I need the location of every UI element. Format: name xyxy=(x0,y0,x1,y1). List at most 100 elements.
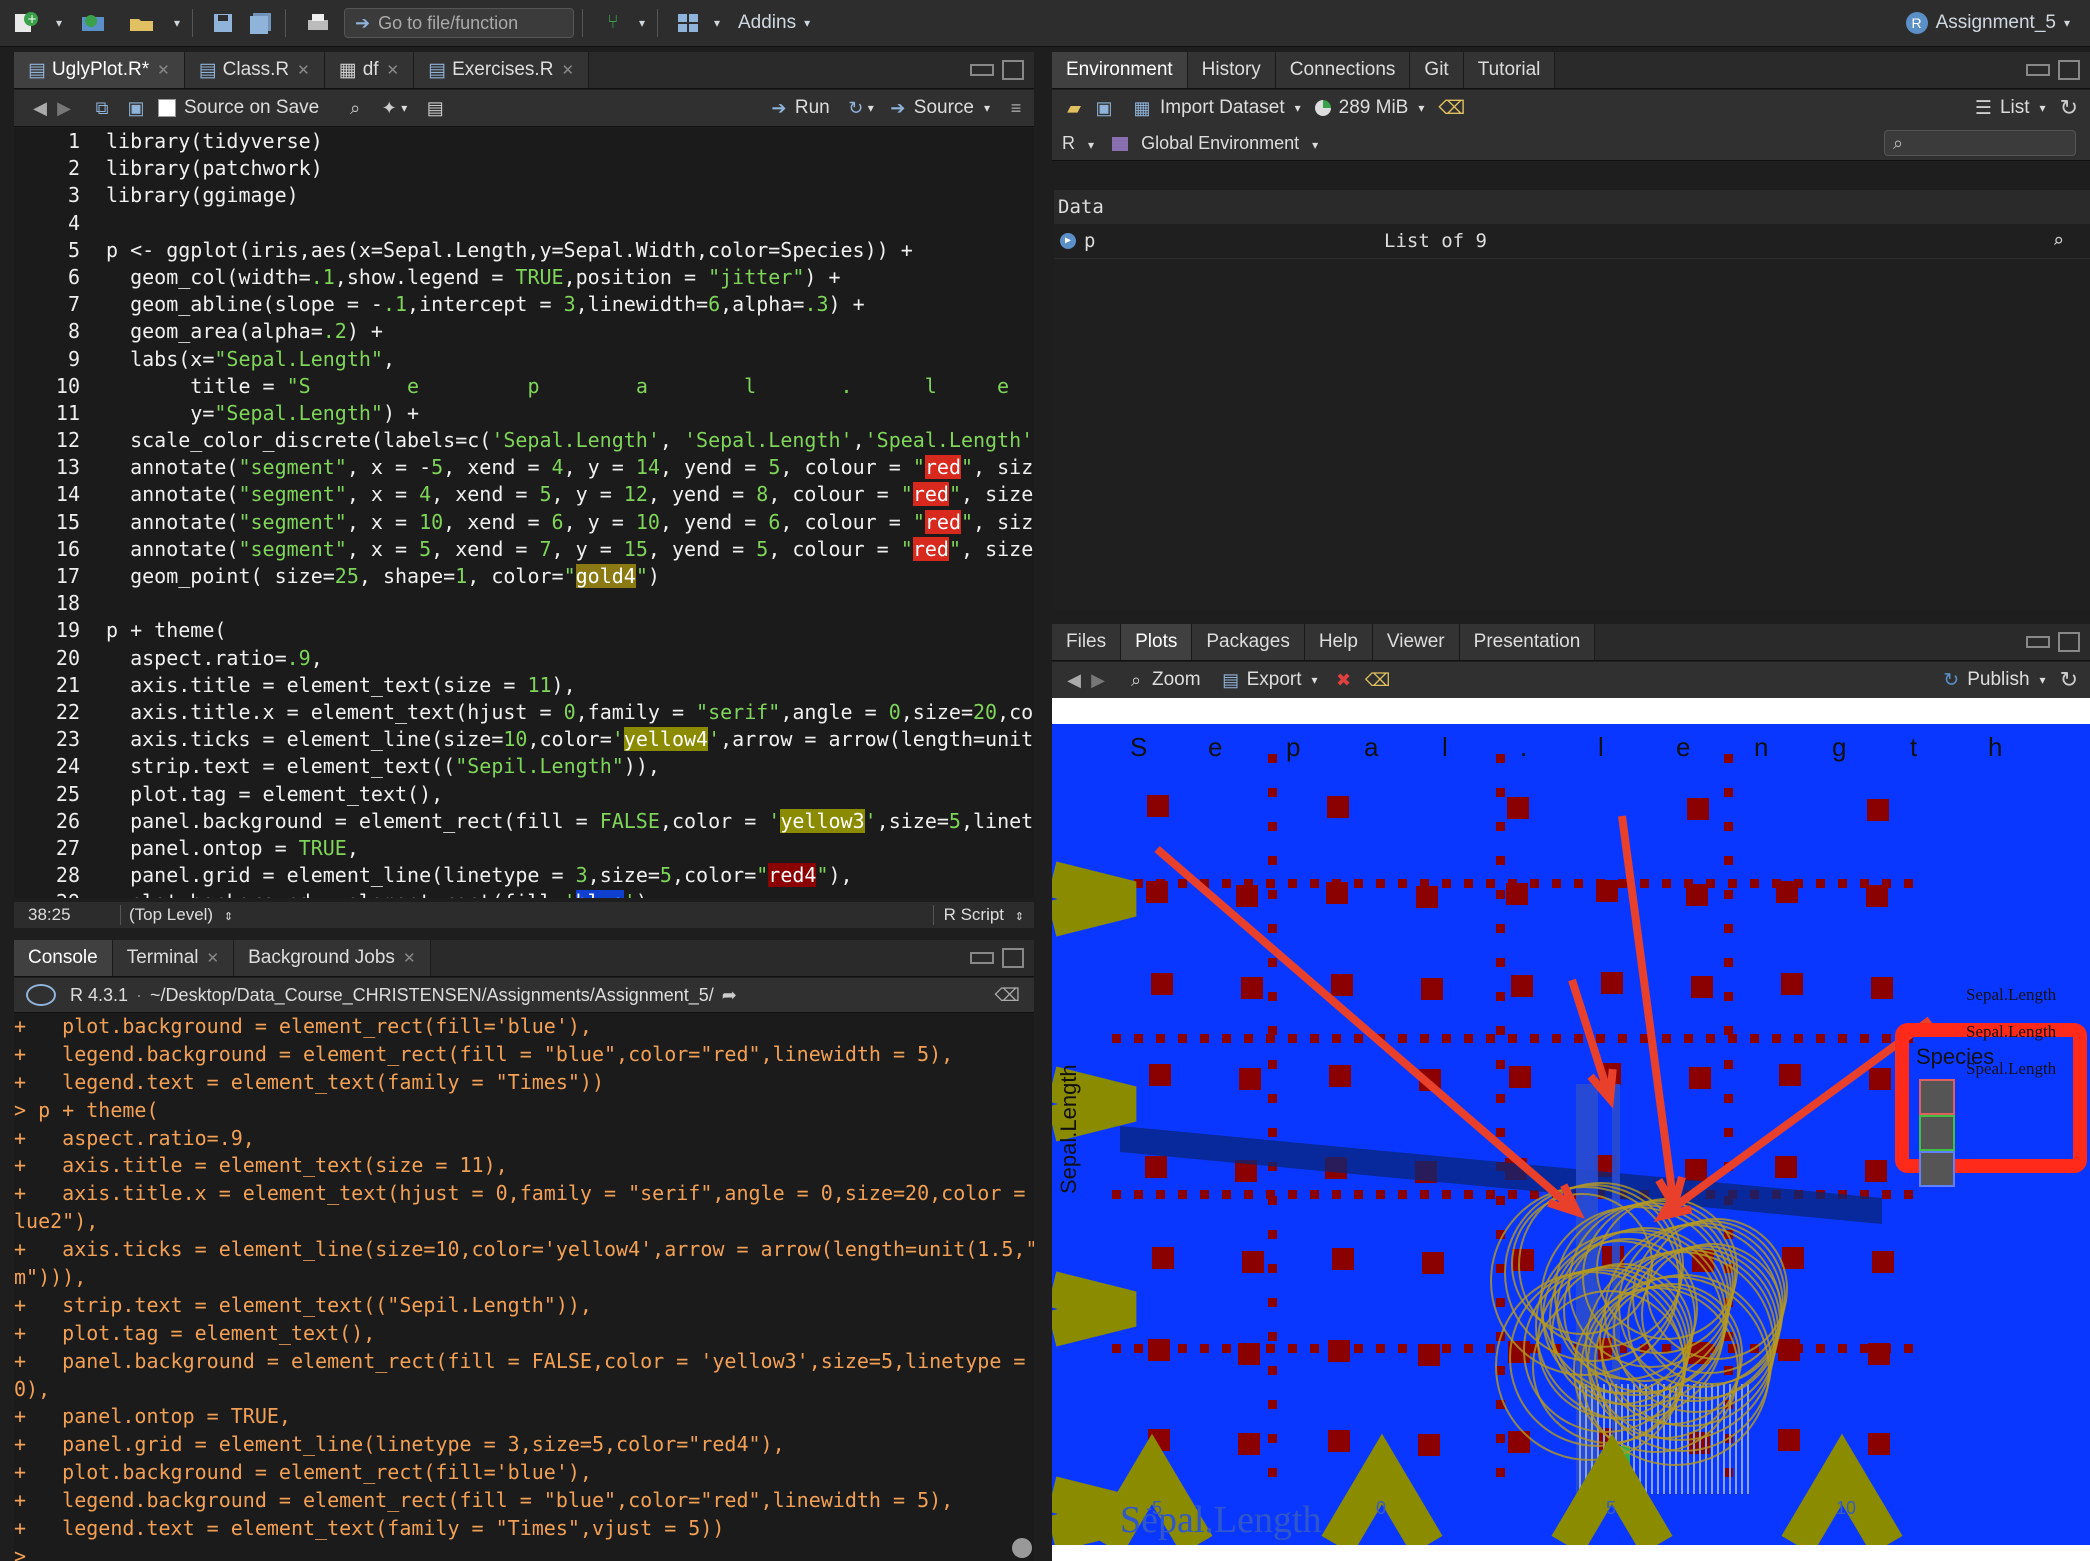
chevron-down-icon[interactable]: ▾ xyxy=(1312,673,1318,687)
goto-file-input[interactable]: ➔ Go to file/function xyxy=(344,8,574,38)
save-all-icon[interactable] xyxy=(245,7,277,39)
refresh-icon[interactable]: ↻ xyxy=(2060,667,2078,693)
close-icon[interactable]: ✕ xyxy=(157,61,170,79)
tab-connections[interactable]: Connections xyxy=(1275,52,1411,88)
remove-plot-icon[interactable]: ✖ xyxy=(1332,668,1356,692)
tab-viewer[interactable]: Viewer xyxy=(1372,624,1460,660)
chevron-down-icon[interactable]: ▾ xyxy=(868,101,874,115)
memory-usage[interactable]: 289 MiB xyxy=(1339,97,1409,119)
tab-files[interactable]: Files xyxy=(1052,624,1122,660)
maximize-pane-icon[interactable] xyxy=(1002,60,1024,80)
tab-plots[interactable]: Plots xyxy=(1121,624,1193,660)
tab-environment[interactable]: Environment xyxy=(1052,52,1188,88)
chevron-down-icon[interactable]: ▾ xyxy=(2040,101,2046,115)
run-button[interactable]: Run xyxy=(795,97,830,119)
back-arrow-icon[interactable]: ◀ xyxy=(1062,668,1086,692)
new-file-icon[interactable]: + xyxy=(8,7,44,39)
chevron-down-icon[interactable]: ▾ xyxy=(2040,673,2046,687)
maximize-pane-icon[interactable] xyxy=(2058,632,2080,652)
source-arrow-icon[interactable]: ➔ xyxy=(886,96,910,120)
env-row[interactable]: ▶ p List of 9 ⌕ xyxy=(1054,224,2090,259)
list-view-button[interactable]: List xyxy=(2000,97,2030,119)
back-arrow-icon[interactable]: ◀ xyxy=(28,96,52,120)
tab-console[interactable]: Console xyxy=(14,940,113,976)
minimize-pane-icon[interactable] xyxy=(2026,64,2050,76)
open-file-icon[interactable] xyxy=(122,7,162,39)
chevron-down-icon[interactable]: ▾ xyxy=(635,7,649,39)
code-content[interactable]: library(tidyverse) library(patchwork) li… xyxy=(106,128,1034,898)
tab-presentation[interactable]: Presentation xyxy=(1459,624,1596,660)
tab-class[interactable]: ▤ Class.R ✕ xyxy=(184,52,325,88)
refresh-icon[interactable]: ↻ xyxy=(2060,95,2078,121)
import-dataset-icon[interactable]: ▦ xyxy=(1130,96,1154,120)
print-icon[interactable] xyxy=(302,7,334,39)
env-search-input[interactable]: ⌕ xyxy=(1884,130,2076,156)
outline-icon[interactable]: ≡ xyxy=(1004,96,1028,120)
show-in-window-icon[interactable]: ⧉ xyxy=(90,96,114,120)
environment-selector[interactable]: Global Environment ▾ xyxy=(1112,133,1318,154)
search-icon[interactable]: ⌕ xyxy=(343,96,367,120)
chevron-down-icon[interactable]: ▾ xyxy=(710,7,724,39)
tab-terminal[interactable]: Terminal ✕ xyxy=(112,940,235,976)
code-editor[interactable]: 1 2 3 4 5 6 7 8 9 10 11 12 13 14 15 16 17 18 19 20 21 22 23 24 2… xyxy=(14,128,1034,898)
chevron-down-icon[interactable]: ▾ xyxy=(1295,101,1301,115)
zoom-button[interactable]: Zoom xyxy=(1152,669,1201,691)
tab-uglyplot[interactable]: ▤ UglyPlot.R* ✕ xyxy=(14,52,185,88)
close-icon[interactable]: ✕ xyxy=(403,949,416,967)
project-menu[interactable]: R Assignment_5 ▾ xyxy=(1905,7,2070,39)
maximize-pane-icon[interactable] xyxy=(2058,60,2080,80)
working-directory[interactable]: ~/Desktop/Data_Course_CHRISTENSEN/Assign… xyxy=(150,985,714,1006)
console-output[interactable]: + plot.background = element_rect(fill='b… xyxy=(14,1013,1034,1561)
clear-console-broom-icon[interactable]: ⌫ xyxy=(995,985,1020,1006)
forward-arrow-icon[interactable]: ▶ xyxy=(52,96,76,120)
tab-history[interactable]: History xyxy=(1187,52,1276,88)
language-selector[interactable]: R ▾ xyxy=(1062,133,1094,154)
load-workspace-icon[interactable]: ▰ xyxy=(1062,96,1086,120)
tab-df[interactable]: ▦ df ✕ xyxy=(324,52,415,88)
export-image-icon[interactable]: ▤ xyxy=(1219,668,1243,692)
scope-selector[interactable]: (Top Level) ⇕ xyxy=(120,905,233,925)
chevron-down-icon[interactable]: ▾ xyxy=(52,7,66,39)
tab-tutorial[interactable]: Tutorial xyxy=(1463,52,1556,88)
close-icon[interactable]: ✕ xyxy=(387,61,400,79)
minimize-pane-icon[interactable] xyxy=(970,64,994,76)
view-object-magnifier-icon[interactable]: ⌕ xyxy=(2053,230,2064,252)
forward-arrow-icon[interactable]: ▶ xyxy=(1086,668,1110,692)
close-icon[interactable]: ✕ xyxy=(207,949,220,967)
clear-plots-broom-icon[interactable]: ⌫ xyxy=(1365,668,1390,692)
tab-help[interactable]: Help xyxy=(1304,624,1373,660)
clear-objects-broom-icon[interactable]: ⌫ xyxy=(1438,97,1465,120)
tab-exercises[interactable]: ▤ Exercises.R ✕ xyxy=(414,52,590,88)
git-icon[interactable]: ⑂ xyxy=(599,7,627,39)
addins-menu[interactable]: Addins ▾ xyxy=(738,7,810,39)
run-arrow-icon[interactable]: ➔ xyxy=(767,96,791,120)
tab-packages[interactable]: Packages xyxy=(1192,624,1305,660)
import-dataset-button[interactable]: Import Dataset xyxy=(1160,97,1285,119)
chevron-down-icon[interactable]: ▾ xyxy=(170,7,184,39)
console-scrollbar[interactable] xyxy=(1012,1538,1032,1558)
chevron-down-icon[interactable]: ▾ xyxy=(1418,101,1424,115)
source-on-save-label[interactable]: Source on Save xyxy=(184,97,319,119)
new-project-icon[interactable] xyxy=(74,7,114,39)
workspace-panes-icon[interactable] xyxy=(674,7,702,39)
expand-arrow-icon[interactable]: ▶ xyxy=(1060,233,1076,249)
chevron-down-icon[interactable]: ▾ xyxy=(984,101,990,115)
tab-background-jobs[interactable]: Background Jobs ✕ xyxy=(234,940,431,976)
maximize-pane-icon[interactable] xyxy=(1002,948,1024,968)
source-button[interactable]: Source xyxy=(914,97,974,119)
tab-git[interactable]: Git xyxy=(1410,52,1464,88)
close-icon[interactable]: ✕ xyxy=(561,61,574,79)
save-workspace-icon[interactable]: ▣ xyxy=(1092,96,1116,120)
minimize-pane-icon[interactable] xyxy=(2026,636,2050,648)
go-to-directory-icon[interactable]: ➦ xyxy=(722,985,737,1006)
minimize-pane-icon[interactable] xyxy=(970,952,994,964)
close-icon[interactable]: ✕ xyxy=(297,61,310,79)
zoom-magnifier-icon[interactable]: ⌕ xyxy=(1124,668,1148,692)
save-icon[interactable]: ▣ xyxy=(124,96,148,120)
code-tools-wand-icon[interactable]: ✦ xyxy=(377,96,401,120)
compile-report-icon[interactable]: ▤ xyxy=(423,96,447,120)
source-on-save-checkbox[interactable] xyxy=(158,99,176,117)
rerun-icon[interactable]: ↻ xyxy=(844,96,868,120)
save-icon[interactable] xyxy=(209,7,237,39)
chevron-down-icon[interactable]: ▾ xyxy=(401,101,407,115)
